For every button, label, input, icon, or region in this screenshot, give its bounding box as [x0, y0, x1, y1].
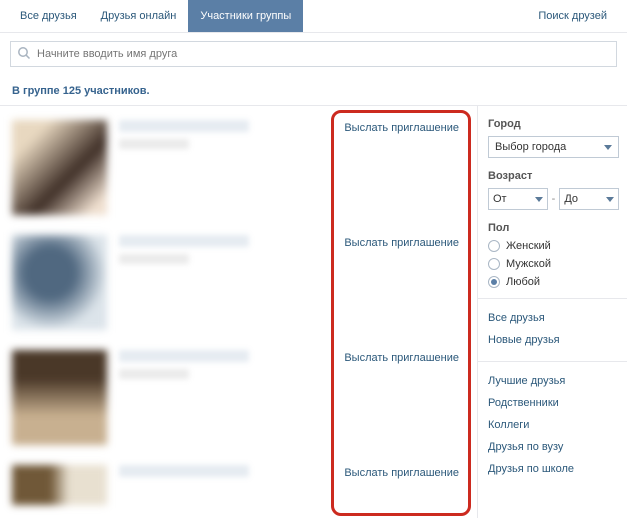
tabs-bar: Все друзья Друзья онлайн Участники групп… — [0, 0, 627, 33]
tab-all-friends[interactable]: Все друзья — [8, 0, 89, 32]
list-item: Выслать приглашение — [0, 342, 477, 457]
chevron-down-icon — [604, 145, 612, 150]
gender-female-radio[interactable]: Женский — [488, 240, 619, 252]
filters-sidebar: Город Выбор города Возраст От - До Пол Ж… — [477, 106, 627, 518]
avatar[interactable] — [12, 235, 107, 330]
age-to-select[interactable]: До — [559, 188, 619, 210]
sidebar-link-new-friends[interactable]: Новые друзья — [488, 329, 619, 351]
divider — [478, 361, 627, 362]
avatar[interactable] — [12, 120, 107, 215]
search-input[interactable] — [31, 48, 610, 60]
gender-any-radio[interactable]: Любой — [488, 276, 619, 288]
chevron-down-icon — [606, 197, 614, 202]
members-list: Выслать приглашение Выслать приглашение … — [0, 106, 477, 518]
tab-group-members[interactable]: Участники группы — [188, 0, 303, 32]
divider — [478, 298, 627, 299]
city-select[interactable]: Выбор города — [488, 136, 619, 158]
sidebar-link-best-friends[interactable]: Лучшие друзья — [488, 370, 619, 392]
sidebar-link-relatives[interactable]: Родственники — [488, 392, 619, 414]
list-item: Выслать приглашение — [0, 227, 477, 342]
send-invite-link[interactable]: Выслать приглашение — [344, 467, 459, 479]
send-invite-link[interactable]: Выслать приглашение — [344, 122, 459, 134]
send-invite-link[interactable]: Выслать приглашение — [344, 352, 459, 364]
age-separator: - — [552, 193, 556, 205]
person-subtext — [119, 369, 189, 379]
sidebar-link-colleagues[interactable]: Коллеги — [488, 414, 619, 436]
sidebar-link-all-friends[interactable]: Все друзья — [488, 307, 619, 329]
person-name[interactable] — [119, 465, 249, 477]
radio-icon — [488, 240, 500, 252]
list-item: Выслать приглашение — [0, 457, 477, 512]
person-name[interactable] — [119, 350, 249, 362]
city-select-value: Выбор города — [495, 141, 566, 153]
tab-search-friends[interactable]: Поиск друзей — [526, 0, 619, 32]
tab-friends-online[interactable]: Друзья онлайн — [89, 0, 189, 32]
person-subtext — [119, 139, 189, 149]
age-from-select[interactable]: От — [488, 188, 548, 210]
person-subtext — [119, 254, 189, 264]
person-name[interactable] — [119, 120, 249, 132]
radio-label: Любой — [506, 276, 540, 288]
radio-icon — [488, 276, 500, 288]
radio-label: Мужской — [506, 258, 551, 270]
radio-label: Женский — [506, 240, 551, 252]
members-count: В группе 125 участников. — [0, 75, 627, 106]
avatar[interactable] — [12, 350, 107, 445]
search-box[interactable] — [10, 41, 617, 67]
chevron-down-icon — [535, 197, 543, 202]
gender-male-radio[interactable]: Мужской — [488, 258, 619, 270]
age-to-value: До — [564, 193, 578, 205]
radio-icon — [488, 258, 500, 270]
age-from-value: От — [493, 193, 507, 205]
filter-age-label: Возраст — [488, 170, 619, 182]
send-invite-link[interactable]: Выслать приглашение — [344, 237, 459, 249]
sidebar-link-uni-friends[interactable]: Друзья по вузу — [488, 436, 619, 458]
search-icon — [17, 46, 31, 63]
person-name[interactable] — [119, 235, 249, 247]
filter-gender-label: Пол — [488, 222, 619, 234]
avatar[interactable] — [12, 465, 107, 505]
filter-city-label: Город — [488, 118, 619, 130]
list-item: Выслать приглашение — [0, 112, 477, 227]
sidebar-link-school-friends[interactable]: Друзья по школе — [488, 458, 619, 480]
